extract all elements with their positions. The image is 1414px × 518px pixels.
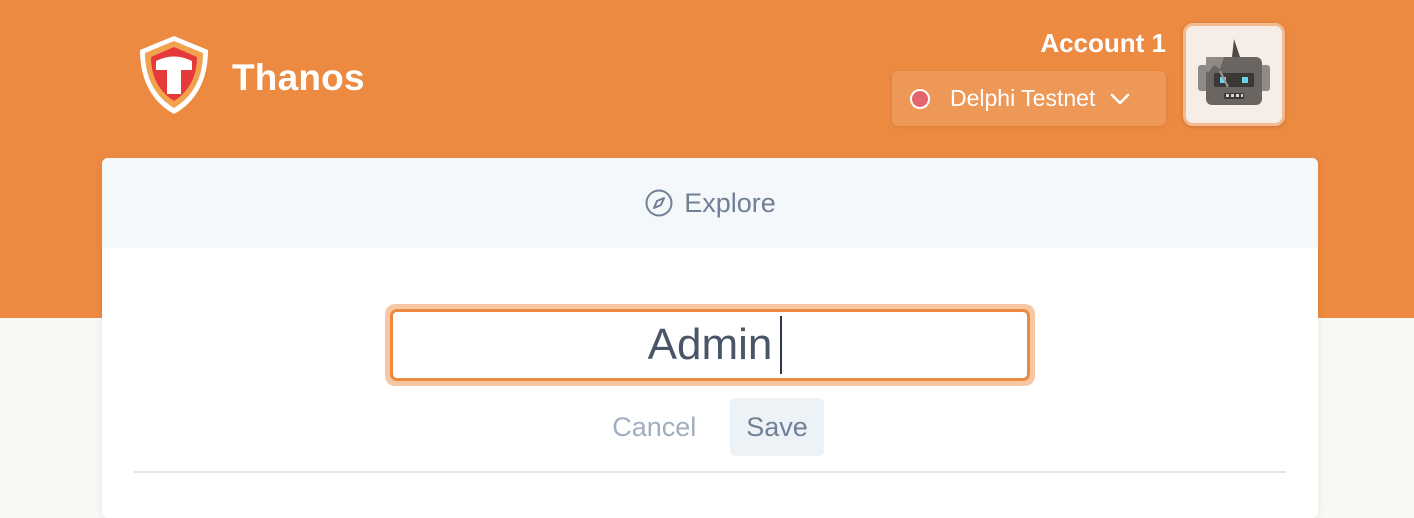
account-name-input[interactable] <box>390 309 1030 381</box>
text-caret <box>780 316 782 374</box>
account-name[interactable]: Account 1 <box>1040 28 1166 59</box>
account-avatar[interactable] <box>1183 23 1285 126</box>
network-label: Delphi Testnet <box>950 85 1096 111</box>
chevron-down-icon <box>1109 92 1131 106</box>
thanos-shield-logo-icon <box>138 34 210 121</box>
explore-label: Explore <box>684 187 776 218</box>
main-card: Explore Cancel Save <box>102 158 1318 518</box>
network-status-dot-icon <box>910 88 930 109</box>
account-name-input-focus-ring <box>385 304 1035 386</box>
divider <box>134 471 1286 473</box>
robot-avatar-icon <box>1198 38 1270 105</box>
save-button[interactable]: Save <box>730 398 824 456</box>
app-title: Thanos <box>232 56 365 98</box>
cancel-button[interactable]: Cancel <box>596 398 712 456</box>
app-logo[interactable]: Thanos <box>138 34 365 121</box>
compass-icon <box>644 188 674 218</box>
explore-tab[interactable]: Explore <box>102 158 1318 248</box>
rename-actions: Cancel Save <box>102 398 1318 456</box>
network-selector[interactable]: Delphi Testnet <box>892 71 1166 126</box>
